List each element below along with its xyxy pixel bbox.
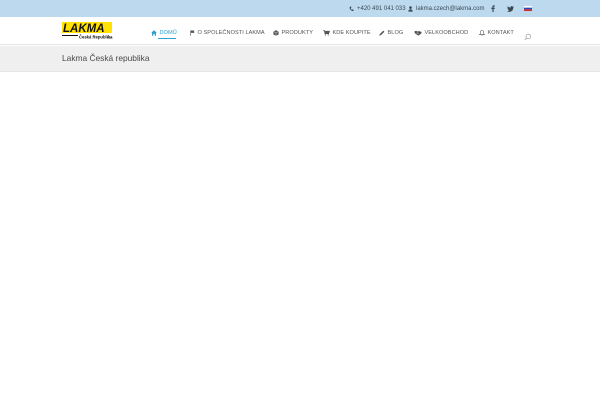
- facebook-link[interactable]: [491, 0, 498, 17]
- twitter-icon: [507, 5, 514, 12]
- nav-item-wholesale[interactable]: VELKOOBCHOD: [414, 28, 468, 38]
- home-icon: [151, 30, 157, 36]
- nav-label-home: DOMŮ: [159, 30, 177, 36]
- search-button[interactable]: [524, 28, 532, 41]
- page-content: [0, 72, 600, 400]
- cart-icon: [323, 30, 330, 36]
- twitter-link[interactable]: [507, 0, 517, 17]
- nav-item-where-to-buy[interactable]: KDE KOUPITE: [323, 28, 371, 38]
- flag-icon: [190, 30, 195, 36]
- page-title-bar: Lakma Česká republika: [0, 46, 600, 72]
- svg-text:s.r.o.: s.r.o.: [107, 37, 113, 40]
- page-title: Lakma Česká republika: [62, 53, 150, 63]
- nav-label-wholesale: VELKOOBCHOD: [424, 30, 469, 36]
- phone-contact[interactable]: +420 491 041 033: [349, 0, 406, 17]
- slovak-flag-icon: [524, 6, 532, 11]
- top-utility-bar: +420 491 041 033 lakma.czech@lakma.com: [0, 0, 600, 17]
- bell-icon: [479, 30, 485, 36]
- nav-label-blog: BLOG: [387, 30, 404, 36]
- nav-label-contact: KONTAKT: [487, 30, 514, 36]
- search-icon: [524, 28, 532, 45]
- handshake-icon: [414, 30, 422, 36]
- phone-icon: [349, 6, 354, 12]
- svg-text:LAKMA: LAKMA: [63, 23, 105, 35]
- lakma-logo[interactable]: LAKMA Česká Republika s.r.o.: [62, 22, 114, 42]
- active-nav-indicator: [158, 38, 176, 39]
- nav-item-contact[interactable]: KONTAKT: [479, 28, 514, 38]
- nav-label-about: O SPOLEČNOSTI LAKMA: [197, 30, 265, 36]
- pencil-icon: [379, 30, 385, 36]
- nav-item-products[interactable]: PRODUKTY: [273, 28, 313, 38]
- facebook-icon: [491, 5, 495, 12]
- email-contact[interactable]: lakma.czech@lakma.com: [408, 0, 484, 17]
- nav-item-about[interactable]: O SPOLEČNOSTI LAKMA: [190, 28, 265, 38]
- cube-icon: [273, 30, 279, 36]
- nav-label-products: PRODUKTY: [281, 30, 313, 36]
- nav-item-blog[interactable]: BLOG: [379, 28, 403, 38]
- email-address: lakma.czech@lakma.com: [416, 5, 485, 12]
- nav-item-home[interactable]: DOMŮ: [151, 28, 177, 38]
- nav-label-where-to-buy: KDE KOUPITE: [332, 30, 371, 36]
- language-switcher[interactable]: [524, 0, 535, 17]
- user-icon: [408, 5, 413, 12]
- phone-number: +420 491 041 033: [357, 5, 406, 12]
